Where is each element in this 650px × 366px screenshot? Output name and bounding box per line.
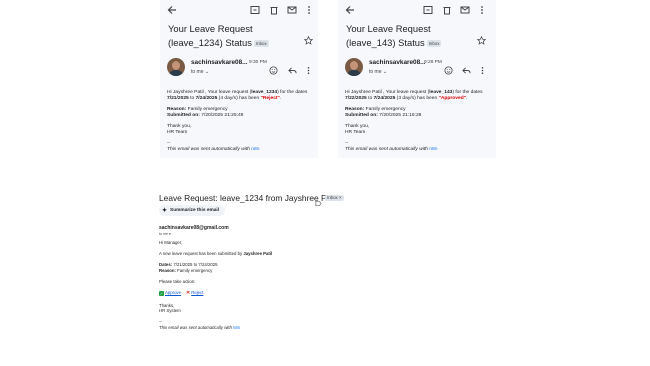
email-body: Hi Manager, A new leave request has been…: [159, 240, 273, 330]
archive-icon[interactable]: [422, 4, 434, 16]
email-time: 9:28 PM: [424, 60, 442, 65]
summarize-button[interactable]: ✦ Summarize this email: [159, 205, 226, 216]
more-vert-icon[interactable]: [304, 62, 314, 75]
star-icon[interactable]: [476, 32, 487, 45]
more-vert-icon[interactable]: [478, 62, 488, 75]
email-card-reject: Your Leave Request (leave_1234) Status In…: [160, 0, 318, 158]
email-body: Hi Jayshree Patil , Your leave request (…: [167, 90, 308, 153]
email-subject: Leave Request: leave_1234 from Jayshree …: [159, 193, 338, 203]
sender-email: sachinsavkare08@gmail.com: [159, 225, 229, 231]
recipient-details[interactable]: to me ⌄: [191, 69, 209, 75]
email-card-approved: Your Leave Request (leave_143) Status Inb…: [338, 0, 496, 158]
back-arrow-icon[interactable]: [166, 4, 178, 16]
email-subject: Your Leave Request (leave_143) Status Inb…: [346, 23, 442, 48]
approve-link[interactable]: Approve: [165, 290, 181, 295]
star-icon[interactable]: [303, 32, 314, 45]
avatar: [167, 58, 185, 76]
n8n-link[interactable]: n8n: [233, 325, 240, 330]
email-subject: Your Leave Request (leave_1234) Status In…: [168, 23, 269, 48]
inbox-badge[interactable]: Inbox: [426, 40, 442, 47]
inbox-badge[interactable]: Inbox ×: [325, 195, 344, 201]
n8n-link[interactable]: n8n: [429, 147, 437, 152]
cross-icon: ✕: [186, 290, 191, 297]
more-vert-icon[interactable]: [476, 4, 488, 16]
back-arrow-icon[interactable]: [344, 4, 356, 16]
status-text: "Reject": [260, 96, 280, 102]
mark-unread-icon[interactable]: [286, 4, 298, 16]
emoji-react-icon[interactable]: [444, 62, 454, 75]
delete-icon[interactable]: [268, 4, 280, 16]
avatar: [345, 58, 363, 76]
email-toolbar: [160, 4, 318, 18]
sender-name: sachinsavkare08...: [369, 59, 426, 66]
email-time: 9:30 PM: [249, 60, 267, 65]
archive-icon[interactable]: [249, 4, 261, 16]
emoji-react-icon[interactable]: [269, 62, 279, 75]
email-body: Hi Jayshree Patil , Your leave request (…: [345, 90, 483, 153]
reply-icon[interactable]: [462, 62, 472, 74]
recipient-details[interactable]: to me ⌄: [369, 69, 387, 75]
reply-icon[interactable]: [288, 62, 298, 74]
label-icon[interactable]: [315, 194, 323, 207]
email-toolbar: [338, 4, 496, 18]
inbox-badge[interactable]: Inbox: [253, 40, 269, 47]
sender-name: sachinsavkare08...: [191, 59, 248, 66]
mark-unread-icon[interactable]: [459, 4, 471, 16]
n8n-link[interactable]: n8n: [251, 147, 259, 152]
check-icon: ✓: [159, 291, 164, 297]
status-text: "Approved": [438, 96, 467, 102]
recipient-details[interactable]: to me ▾: [159, 232, 171, 236]
sparkle-icon: ✦: [162, 208, 168, 214]
reject-link[interactable]: Reject: [191, 290, 203, 295]
delete-icon[interactable]: [441, 4, 453, 16]
more-vert-icon[interactable]: [303, 4, 315, 16]
